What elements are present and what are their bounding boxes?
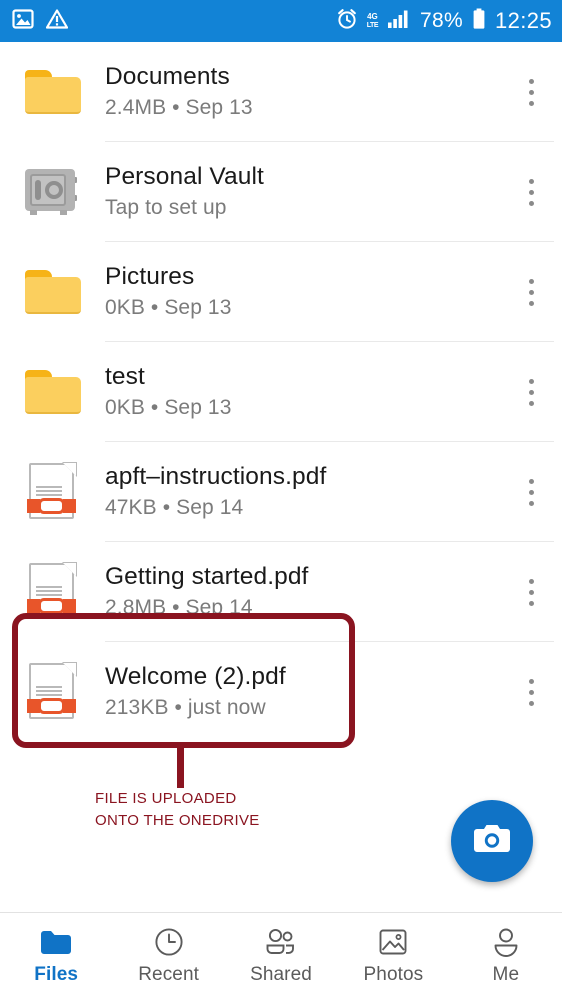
table-row[interactable]: Welcome (2).pdf 213KB • just now — [0, 642, 562, 742]
file-meta: 0KB • Sep 13 — [105, 296, 232, 320]
file-meta: 2.4MB • Sep 13 — [105, 96, 253, 120]
lte-top-label: 4G — [367, 12, 378, 21]
row-overflow-menu-icon[interactable] — [500, 442, 562, 542]
row-texts: apft–instructions.pdf 47KB • Sep 14 — [105, 463, 500, 520]
clock-time-label: 12:25 — [494, 8, 552, 33]
table-row[interactable]: Pictures 0KB • Sep 13 — [0, 242, 562, 342]
status-bar-right-icons: 4G LTE 78% 12:25 — [336, 8, 552, 35]
nav-label-files: Files — [34, 963, 79, 985]
table-row[interactable]: apft–instructions.pdf 47KB • Sep 14 — [0, 442, 562, 542]
file-list: Documents 2.4MB • Sep 13 Personal Vault — [0, 42, 562, 742]
annotation-caption-line1: FILE IS UPLOADED — [95, 790, 237, 807]
battery-percent-label: 78% — [420, 9, 463, 32]
file-meta: 0KB • Sep 13 — [105, 396, 232, 420]
annotation-connector-line — [177, 746, 184, 788]
pdf-file-icon — [0, 542, 105, 642]
nav-label-photos: Photos — [363, 963, 424, 985]
pdf-file-icon — [0, 442, 105, 542]
file-meta: 213KB • just now — [105, 696, 266, 720]
nav-item-me[interactable]: Me — [450, 913, 562, 999]
file-name: test — [105, 363, 145, 391]
battery-icon — [472, 8, 486, 35]
clock-icon — [152, 927, 186, 957]
screenshot-image-icon — [12, 8, 34, 34]
people-icon — [264, 927, 298, 957]
row-texts: Pictures 0KB • Sep 13 — [105, 263, 500, 320]
annotation-caption: FILE IS UPLOADED ONTO THE ONEDRIVE — [95, 788, 355, 832]
nav-label-me: Me — [492, 963, 520, 985]
row-overflow-menu-icon[interactable] — [500, 242, 562, 342]
row-texts: Welcome (2).pdf 213KB • just now — [105, 663, 500, 720]
row-texts: Personal Vault Tap to set up — [105, 163, 500, 220]
folder-icon — [0, 242, 105, 342]
row-overflow-menu-icon[interactable] — [500, 142, 562, 242]
vault-safe-icon — [0, 142, 105, 242]
row-overflow-menu-icon[interactable] — [500, 42, 562, 142]
file-name: Getting started.pdf — [105, 563, 309, 591]
folder-filled-icon — [39, 927, 73, 957]
network-4g-lte-icon: 4G LTE — [366, 12, 379, 30]
alarm-clock-icon — [336, 8, 358, 35]
person-icon — [489, 927, 523, 957]
status-bar: 4G LTE 78% 12:25 — [0, 0, 562, 42]
signal-bars-icon — [387, 9, 411, 34]
file-meta: 47KB • Sep 14 — [105, 496, 244, 520]
row-texts: Getting started.pdf 2.8MB • Sep 14 — [105, 563, 500, 620]
lte-bottom-label: LTE — [366, 22, 379, 29]
row-overflow-menu-icon[interactable] — [500, 542, 562, 642]
camera-fab[interactable] — [451, 800, 533, 882]
warning-triangle-icon — [45, 8, 69, 34]
camera-icon — [472, 822, 512, 861]
table-row[interactable]: test 0KB • Sep 13 — [0, 342, 562, 442]
table-row[interactable]: Getting started.pdf 2.8MB • Sep 14 — [0, 542, 562, 642]
annotation-caption-line2: ONTO THE ONEDRIVE — [95, 811, 260, 829]
bottom-navigation-bar: Files Recent Shared Photos Me — [0, 912, 562, 999]
file-meta: Tap to set up — [105, 196, 227, 220]
onedrive-files-screen: 4G LTE 78% 12:25 Documents 2.4MB • Sep 1… — [0, 0, 562, 999]
file-meta: 2.8MB • Sep 14 — [105, 596, 253, 620]
row-texts: test 0KB • Sep 13 — [105, 363, 500, 420]
row-overflow-menu-icon[interactable] — [500, 642, 562, 742]
file-name: apft–instructions.pdf — [105, 463, 327, 491]
nav-label-recent: Recent — [138, 963, 200, 985]
status-bar-left-icons — [12, 8, 69, 34]
nav-item-photos[interactable]: Photos — [337, 913, 449, 999]
row-overflow-menu-icon[interactable] — [500, 342, 562, 442]
row-texts: Documents 2.4MB • Sep 13 — [105, 63, 500, 120]
nav-item-files[interactable]: Files — [0, 913, 112, 999]
table-row[interactable]: Personal Vault Tap to set up — [0, 142, 562, 242]
table-row[interactable]: Documents 2.4MB • Sep 13 — [0, 42, 562, 142]
file-name: Personal Vault — [105, 163, 264, 191]
folder-icon — [0, 42, 105, 142]
pdf-file-icon — [0, 642, 105, 742]
nav-item-shared[interactable]: Shared — [225, 913, 337, 999]
file-name: Documents — [105, 63, 230, 91]
file-name: Welcome (2).pdf — [105, 663, 286, 691]
nav-item-recent[interactable]: Recent — [112, 913, 224, 999]
folder-icon — [0, 342, 105, 442]
nav-label-shared: Shared — [250, 963, 312, 985]
photo-icon — [376, 927, 410, 957]
file-name: Pictures — [105, 263, 195, 291]
